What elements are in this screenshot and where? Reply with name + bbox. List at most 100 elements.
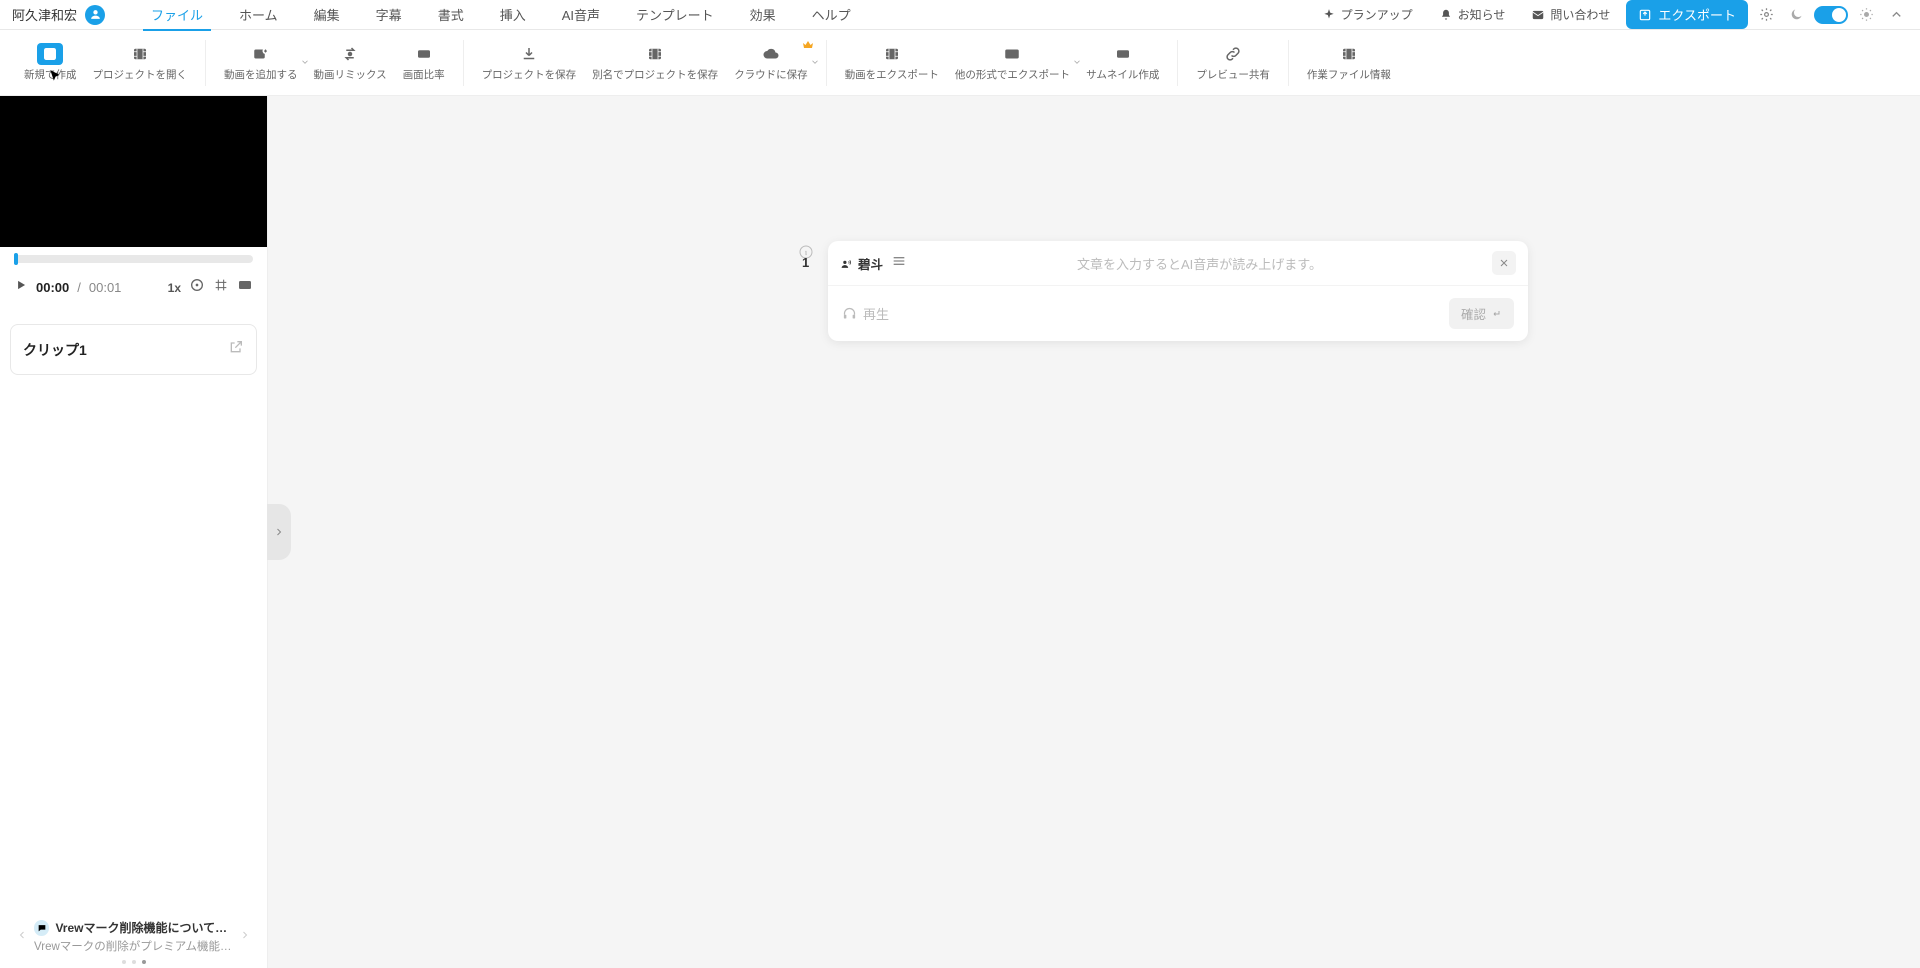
separator — [205, 40, 206, 86]
tool-cloud-save[interactable]: クラウドに保存 — [726, 39, 816, 86]
export-button[interactable]: エクスポート — [1626, 0, 1748, 29]
settings-button[interactable] — [1754, 3, 1778, 27]
separator — [826, 40, 827, 86]
tool-ratio[interactable]: 画面比率 — [395, 39, 453, 86]
tool-thumbnail[interactable]: サムネイル作成 — [1078, 39, 1167, 86]
news-box: Vrewマーク削除機能についてご… Vrewマークの削除がプレミアム機能… — [6, 913, 261, 964]
theme-toggle[interactable] — [1814, 6, 1848, 24]
card-footer: 再生 確認 — [828, 286, 1528, 341]
chevron-left-icon — [16, 929, 28, 941]
close-button[interactable] — [1492, 251, 1516, 275]
user-name: 阿久津和宏 — [12, 5, 77, 24]
menu-tab-insert[interactable]: 挿入 — [482, 0, 544, 30]
grid-icon — [213, 277, 229, 293]
user-icon — [89, 8, 102, 21]
video-preview[interactable] — [0, 96, 267, 247]
chevron-right-icon — [239, 929, 251, 941]
mail-icon — [1531, 8, 1545, 22]
menubar-right: プランアップ お知らせ 問い合わせ エクスポート — [1312, 0, 1908, 29]
scrubber-thumb[interactable] — [14, 253, 18, 265]
menu-tab-template[interactable]: テンプレート — [618, 0, 732, 30]
listen-button[interactable]: 再生 — [842, 304, 889, 323]
news-prev[interactable] — [16, 928, 28, 946]
tool-save-project[interactable]: プロジェクトを保存 — [474, 39, 585, 86]
card-header: 碧斗 文章を入力するとAI音声が読み上げます。 — [828, 241, 1528, 286]
tool-label: 他の形式でエクスポート — [955, 69, 1070, 82]
tool-label: 動画を追加する — [224, 69, 298, 82]
contact-button[interactable]: 問い合わせ — [1521, 2, 1620, 27]
menu-tab-home[interactable]: ホーム — [221, 0, 296, 30]
menu-tab-help[interactable]: ヘルプ — [794, 0, 869, 30]
subtitle-card: 1 碧斗 文章を入力するとAI音声が読み上げます。 再生 確認 — [828, 241, 1528, 341]
moon-icon — [1789, 7, 1804, 22]
open-external-icon[interactable] — [228, 339, 244, 360]
news-body[interactable]: Vrewマーク削除機能についてご… Vrewマークの削除がプレミアム機能… — [34, 919, 233, 954]
link-icon — [1220, 43, 1246, 65]
menu-tab-edit[interactable]: 編集 — [296, 0, 358, 30]
menu-icon — [891, 253, 907, 269]
tool-save-as[interactable]: 別名でプロジェクトを保存 — [584, 39, 726, 86]
contact-label: 問い合わせ — [1550, 6, 1610, 23]
menu-tab-file[interactable]: ファイル — [133, 0, 221, 30]
ratio-icon — [411, 43, 437, 65]
confirm-label: 確認 — [1461, 304, 1486, 323]
main-area: 1 碧斗 文章を入力するとAI音声が読み上げます。 再生 確認 — [268, 96, 1920, 968]
file-info-icon — [1336, 43, 1362, 65]
cloud-icon — [758, 43, 784, 65]
menu-tab-format[interactable]: 書式 — [420, 0, 482, 30]
scrubber[interactable] — [14, 255, 253, 263]
text-input-placeholder[interactable]: 文章を入力するとAI音声が読み上げます。 — [907, 254, 1492, 273]
voice-icon — [840, 257, 853, 270]
time-sep: / — [77, 280, 81, 295]
remix-icon — [337, 43, 363, 65]
separator — [463, 40, 464, 86]
tool-export-other[interactable]: 他の形式でエクスポート — [947, 39, 1078, 86]
voice-chip[interactable]: 碧斗 — [840, 254, 883, 273]
toolbar: 新規で作成 プロジェクトを開く 動画を追加する 動画リミックス 画面比率 プロジ… — [0, 30, 1920, 96]
menu-tab-effect[interactable]: 効果 — [732, 0, 794, 30]
cc-icon — [237, 277, 253, 293]
collapse-button[interactable] — [1884, 3, 1908, 27]
tool-label: クラウドに保存 — [734, 69, 808, 82]
thumbnail-icon — [1110, 43, 1136, 65]
save-as-icon — [642, 43, 668, 65]
time-duration: 00:01 — [89, 280, 122, 295]
card-index: 1 — [802, 255, 809, 270]
menubar: 阿久津和宏 ファイル ホーム 編集 字幕 書式 挿入 AI音声 テンプレート 効… — [0, 0, 1920, 30]
voice-name: 碧斗 — [858, 254, 883, 273]
tool-remix[interactable]: 動画リミックス — [306, 39, 395, 86]
playback-speed[interactable]: 1x — [168, 281, 181, 295]
tool-export-video[interactable]: 動画をエクスポート — [837, 39, 947, 86]
tool-add-video[interactable]: 動画を追加する — [216, 39, 306, 86]
tool-label: 別名でプロジェクトを保存 — [592, 69, 718, 82]
close-icon — [1498, 257, 1510, 269]
tool-label: サムネイル作成 — [1086, 69, 1159, 82]
tool-new[interactable]: 新規で作成 — [16, 39, 85, 86]
caption-button[interactable] — [237, 277, 253, 298]
confirm-button[interactable]: 確認 — [1449, 298, 1514, 329]
plan-upgrade-button[interactable]: プランアップ — [1312, 2, 1423, 27]
tool-label: 新規で作成 — [24, 69, 77, 82]
grid-button[interactable] — [213, 277, 229, 298]
clip-title: クリップ1 — [23, 340, 87, 360]
play-button[interactable] — [14, 278, 28, 297]
tool-open-project[interactable]: プロジェクトを開く — [85, 39, 196, 86]
news-next[interactable] — [239, 928, 251, 946]
crown-icon — [802, 39, 814, 55]
clip-card[interactable]: クリップ1 — [10, 324, 257, 375]
export-label: エクスポート — [1658, 5, 1736, 24]
focus-button[interactable] — [189, 277, 205, 298]
sun-icon — [1859, 7, 1874, 22]
tool-file-info[interactable]: 作業ファイル情報 — [1299, 39, 1399, 86]
menu-tab-aivoice[interactable]: AI音声 — [544, 0, 618, 30]
tool-share-preview[interactable]: プレビュー共有 — [1188, 39, 1278, 86]
separator — [1288, 40, 1289, 86]
line-menu-button[interactable] — [891, 253, 907, 274]
film-icon — [127, 43, 153, 65]
tool-label: プロジェクトを保存 — [482, 69, 577, 82]
headphones-icon — [842, 306, 857, 321]
menu-tab-subtitle[interactable]: 字幕 — [358, 0, 420, 30]
notice-button[interactable]: お知らせ — [1429, 2, 1516, 27]
avatar[interactable] — [85, 5, 105, 25]
chat-icon — [34, 920, 49, 936]
